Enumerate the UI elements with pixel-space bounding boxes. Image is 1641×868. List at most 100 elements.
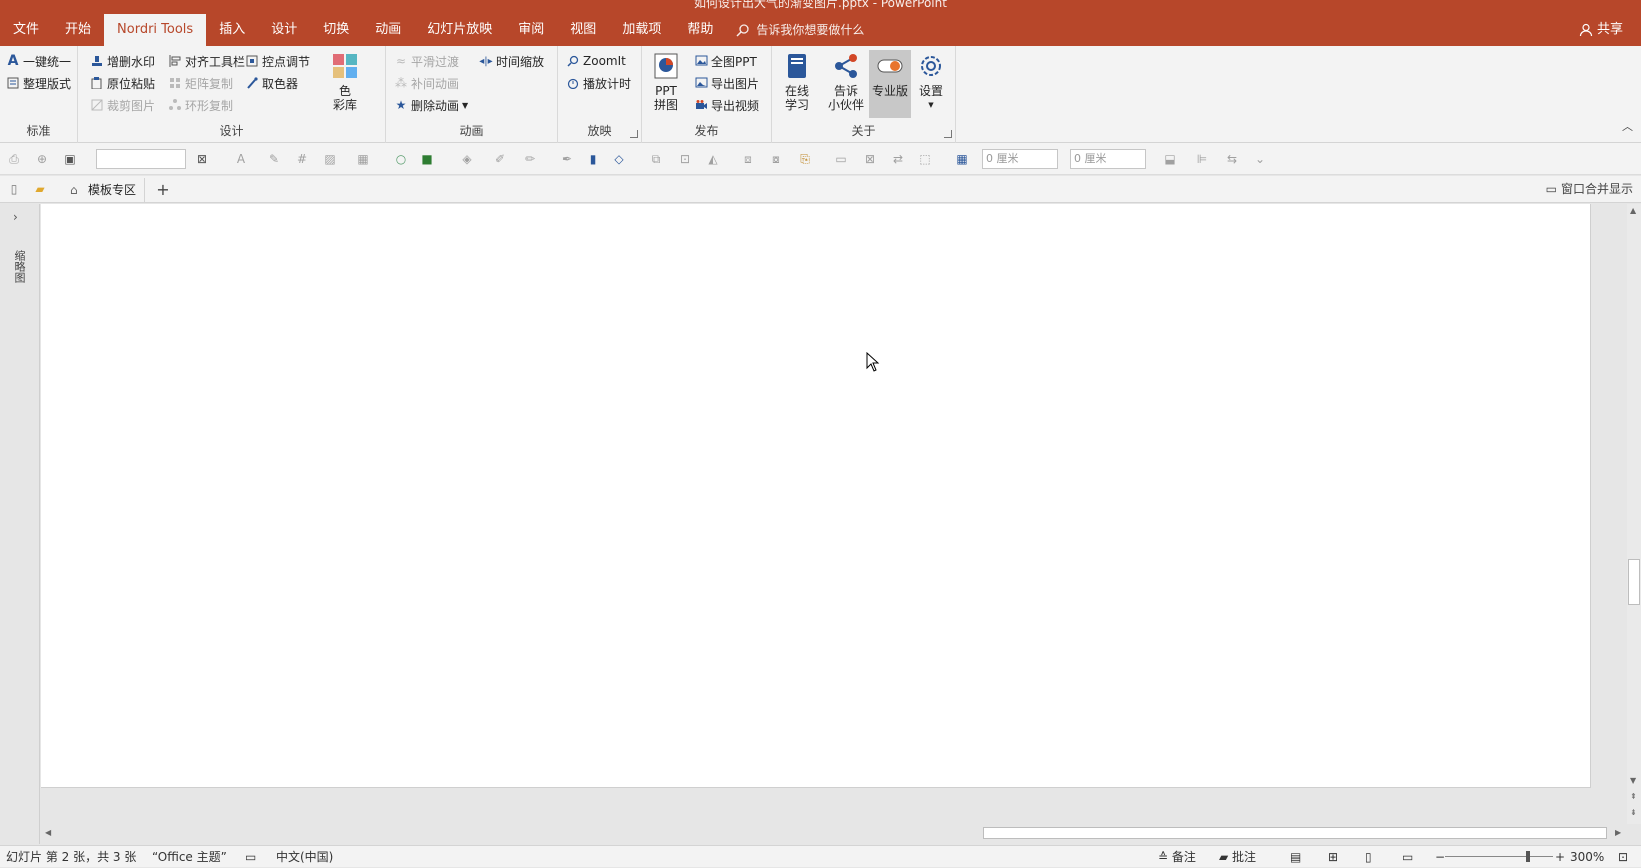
play-timer-button[interactable]: 播放计时	[566, 73, 631, 93]
smooth-transition-button[interactable]: ≈ 平滑过渡	[394, 51, 459, 71]
wrap-icon[interactable]: ⇆	[1224, 151, 1240, 167]
picture-icon[interactable]: ▨	[322, 151, 338, 167]
send-backward-icon[interactable]: ⧇	[768, 151, 784, 167]
next-slide-icon[interactable]: ⇟	[1630, 808, 1637, 817]
shapes-icon[interactable]: ◇	[611, 151, 627, 167]
matrix-copy-button[interactable]: 矩阵复制	[168, 73, 233, 93]
tell-friend-button[interactable]: 告诉 小伙伴	[825, 50, 867, 118]
tab-review[interactable]: 审阅	[505, 14, 557, 46]
full-image-ppt-button[interactable]: 全图PPT	[694, 51, 757, 71]
fit-slide-icon[interactable]: ⊡	[1618, 846, 1628, 868]
reading-view-icon[interactable]: ▯	[1365, 846, 1372, 868]
delete-box-icon[interactable]: ⊠	[862, 151, 878, 167]
spellcheck-icon[interactable]: ▭	[245, 846, 256, 868]
export-image-button[interactable]: 导出图片	[694, 73, 759, 93]
crop-frame-icon[interactable]: ▭	[833, 151, 849, 167]
settings-button[interactable]: 设置 ▼	[910, 50, 952, 118]
pen-icon[interactable]: ✎	[266, 151, 282, 167]
color-picker-button[interactable]: 取色器	[245, 73, 298, 93]
notes-button[interactable]: ≙ 备注	[1158, 846, 1196, 868]
tab-animations[interactable]: 动画	[362, 14, 414, 46]
bar-chart-icon[interactable]: ▮	[585, 151, 601, 167]
thumbnail-pane-collapsed[interactable]: › 缩略图	[0, 204, 40, 844]
zoom-level[interactable]: 300%	[1570, 846, 1604, 868]
tab-help[interactable]: 帮助	[674, 14, 726, 46]
eyedropper-icon[interactable]: ✐	[492, 151, 508, 167]
zoom-slider-track[interactable]	[1445, 856, 1553, 857]
tab-view[interactable]: 视图	[557, 14, 609, 46]
height-input[interactable]: 0 厘米	[1070, 149, 1146, 169]
font-color-icon[interactable]: A	[233, 151, 249, 167]
outline-pen-icon[interactable]: ✏	[522, 151, 538, 167]
watermark-button[interactable]: 增删水印	[90, 51, 155, 71]
flip-icon[interactable]: ◭	[705, 151, 721, 167]
tween-animation-button[interactable]: ⁂ 补间动画	[394, 73, 459, 93]
slideshow-icon[interactable]: ▭	[1402, 846, 1413, 868]
slide-sorter-icon[interactable]: ⊞	[1328, 846, 1338, 868]
horizontal-scrollbar[interactable]: ◀ ▶	[41, 825, 1627, 841]
line-dropper-icon[interactable]: ✒	[559, 151, 575, 167]
hash-icon[interactable]: #	[294, 151, 310, 167]
handle-adjust-button[interactable]: 控点调节	[245, 51, 310, 71]
add-tab-icon[interactable]: +	[155, 180, 171, 199]
width-input[interactable]: 0 厘米	[982, 149, 1058, 169]
zoom-out-icon[interactable]: −	[1435, 846, 1445, 868]
scroll-down-icon[interactable]: ▼	[1630, 776, 1636, 785]
scroll-up-icon[interactable]: ▲	[1630, 206, 1636, 215]
color-library-button[interactable]: 色 彩库	[324, 50, 366, 118]
font-select[interactable]	[96, 149, 186, 169]
zoomit-button[interactable]: ZoomIt	[566, 51, 626, 71]
language-indicator[interactable]: 中文(中国)	[276, 846, 333, 868]
align-left-icon[interactable]: ⊫	[1194, 151, 1210, 167]
tab-file[interactable]: 文件	[0, 14, 52, 46]
zoom-in-icon[interactable]: +	[1555, 846, 1565, 868]
tab-home[interactable]: 开始	[52, 14, 104, 46]
vertical-scroll-thumb[interactable]	[1628, 559, 1640, 605]
gridlines-icon[interactable]: ▦	[954, 151, 970, 167]
size-icon[interactable]: ⬚	[917, 151, 933, 167]
tell-me-search[interactable]: 告诉我你想要做什么	[726, 14, 864, 46]
paste-format-icon[interactable]: ⎘	[797, 151, 813, 167]
vertical-scrollbar[interactable]: ▲ ▼ ⇞ ⇟	[1627, 204, 1641, 824]
folder-icon[interactable]: ▰	[32, 181, 48, 197]
new-file-icon[interactable]: ▯	[6, 181, 22, 197]
paint-bucket-icon[interactable]: ◈	[459, 151, 475, 167]
horizontal-scroll-thumb[interactable]	[983, 827, 1607, 839]
scroll-right-icon[interactable]: ▶	[1615, 828, 1621, 837]
format-painter-icon[interactable]: ⎙	[6, 151, 22, 167]
prev-slide-icon[interactable]: ⇞	[1630, 792, 1637, 801]
zoom-slider-thumb[interactable]	[1526, 851, 1530, 862]
paste-in-place-button[interactable]: 原位粘贴	[90, 73, 155, 93]
fill-color-icon[interactable]: ■	[419, 151, 435, 167]
collapse-ribbon-icon[interactable]: ︿	[1622, 118, 1633, 134]
delete-animation-button[interactable]: ★ 删除动画 ▼	[394, 95, 469, 115]
tab-design[interactable]: 设计	[258, 14, 310, 46]
organize-layout-button[interactable]: 整理版式	[6, 73, 71, 93]
align-toolbar-button[interactable]: 对齐工具栏	[168, 51, 245, 71]
expand-chevron-icon[interactable]: ›	[13, 210, 18, 224]
tab-addins[interactable]: 加载项	[609, 14, 674, 46]
tab-transitions[interactable]: 切换	[310, 14, 362, 46]
more-icon[interactable]: ⌄	[1252, 151, 1268, 167]
comments-button[interactable]: ▰ 批注	[1219, 846, 1256, 868]
ring-copy-button[interactable]: 环形复制	[168, 95, 233, 115]
rotate-icon[interactable]: ⬓	[1162, 151, 1178, 167]
swap-icon[interactable]: ⇄	[890, 151, 906, 167]
tab-nordri-tools[interactable]: Nordri Tools	[104, 14, 207, 46]
ungroup-icon[interactable]: ⊡	[677, 151, 693, 167]
group-about-launcher[interactable]	[944, 130, 952, 138]
crop-image-button[interactable]: 裁剪图片	[90, 95, 155, 115]
bring-forward-icon[interactable]: ⧈	[740, 151, 756, 167]
frame-icon[interactable]: ▦	[355, 151, 371, 167]
circle-shape-icon[interactable]: ○	[393, 151, 409, 167]
group-show-launcher[interactable]	[630, 130, 638, 138]
merge-window-button[interactable]: ▭ 窗口合并显示	[1546, 176, 1633, 203]
export-video-button[interactable]: 导出视频	[694, 95, 759, 115]
tab-insert[interactable]: 插入	[206, 14, 258, 46]
distribute-icon[interactable]: ⊕	[34, 151, 50, 167]
template-zone-tab[interactable]: ⌂ 模板专区	[64, 178, 146, 202]
online-learning-button[interactable]: 在线 学习	[776, 50, 818, 118]
scroll-left-icon[interactable]: ◀	[45, 828, 51, 837]
text-fill-icon[interactable]: ⊠	[194, 151, 210, 167]
unify-button[interactable]: A 一键统一	[6, 51, 71, 71]
